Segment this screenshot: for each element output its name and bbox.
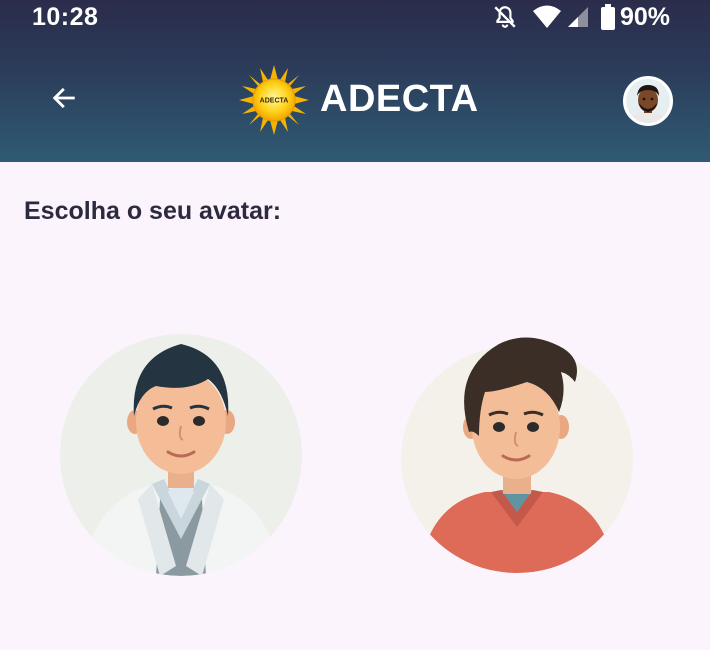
status-time: 10:28 — [32, 3, 99, 31]
doctor-avatar-option[interactable] — [60, 334, 302, 576]
cellular-signal-icon — [566, 5, 590, 29]
young-man-illustration — [399, 332, 635, 576]
adecta-logo: ADECTA — [238, 64, 310, 136]
wifi-icon — [532, 4, 562, 30]
app-bar: ADECTA ADECTA — [0, 60, 710, 140]
arrow-left-icon — [50, 84, 78, 117]
doctor-illustration — [60, 334, 302, 576]
app-title: ADECTA — [320, 78, 479, 120]
casual-avatar-option[interactable] — [399, 332, 635, 576]
avatar-choice-title: Escolha o seu avatar: — [24, 197, 282, 225]
app-header: 10:28 90% ADECTA ADECTA — [0, 0, 710, 162]
battery-percentage: 90% — [619, 2, 670, 31]
status-bar: 10:28 90% — [0, 0, 710, 36]
notifications-off-icon — [492, 4, 518, 30]
status-icons: 90% — [492, 3, 670, 31]
logo-text: ADECTA — [260, 98, 289, 105]
back-button[interactable] — [42, 78, 86, 122]
profile-avatar[interactable] — [623, 76, 673, 126]
battery-icon — [600, 4, 616, 30]
